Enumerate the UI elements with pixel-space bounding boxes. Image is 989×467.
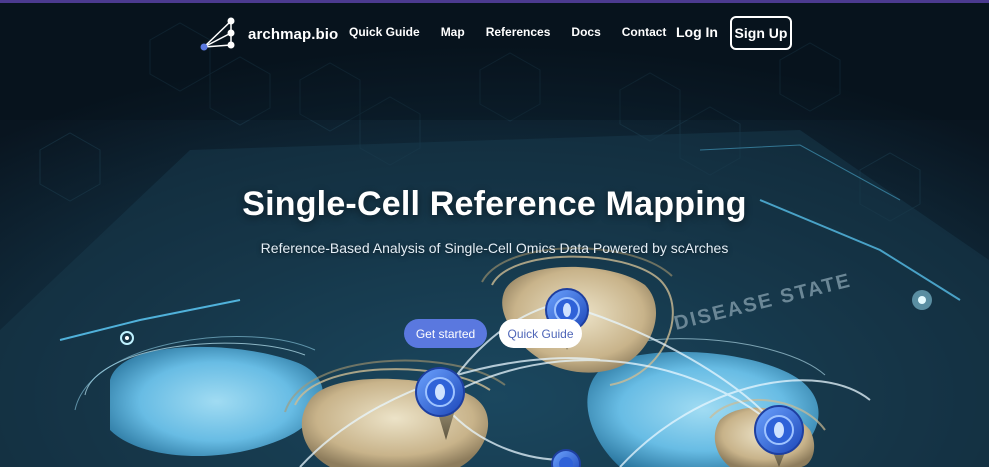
brand-name: archmap.bio [248,25,339,43]
nav-link-contact[interactable]: Contact [622,25,667,39]
hero-background: DISEASE STATE [0,0,989,467]
nav-link-map[interactable]: Map [441,25,465,39]
login-link[interactable]: Log In [676,24,718,40]
get-started-button[interactable]: Get started [404,319,487,348]
page-title: Single-Cell Reference Mapping [242,185,747,223]
page-subtitle: Reference-Based Analysis of Single-Cell … [260,240,729,256]
network-graph-icon [200,17,235,51]
signup-button[interactable]: Sign Up [730,16,792,50]
nav-link-docs[interactable]: Docs [571,25,600,39]
nav-link-references[interactable]: References [486,25,551,39]
navbar: archmap.bio Quick Guide Map References D… [0,14,989,52]
top-accent-bar [0,0,989,3]
nav-link-quick-guide[interactable]: Quick Guide [349,25,420,39]
quick-guide-button[interactable]: Quick Guide [499,319,582,348]
brand-link[interactable]: archmap.bio [199,16,338,52]
nav-links: Quick Guide Map References Docs Contact [349,25,687,39]
reference-map-illustration: DISEASE STATE [0,0,989,467]
